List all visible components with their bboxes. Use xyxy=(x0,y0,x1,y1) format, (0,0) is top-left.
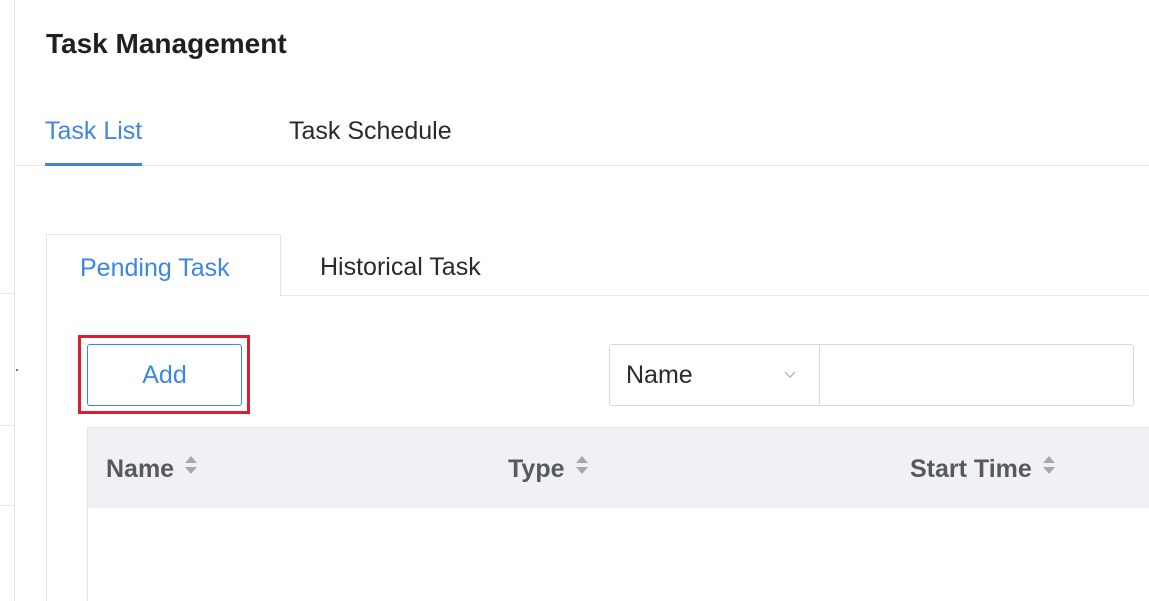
tab-label: Pending Task xyxy=(80,254,230,282)
sort-icon[interactable] xyxy=(575,427,589,509)
tab-task-list[interactable]: Task List xyxy=(45,116,143,166)
tab-label: Task List xyxy=(45,117,143,145)
sidebar-divider xyxy=(0,293,14,294)
sidebar-divider xyxy=(0,505,14,506)
sub-tab-bar: Pending Task Historical Task xyxy=(46,234,1149,296)
search-input[interactable] xyxy=(819,344,1134,406)
sort-icon[interactable] xyxy=(1042,427,1056,509)
column-header-name[interactable]: Name xyxy=(106,428,198,508)
column-label: Name xyxy=(106,455,175,483)
sort-icon[interactable] xyxy=(184,427,198,509)
chevron-down-icon xyxy=(784,371,796,378)
sidebar-divider xyxy=(0,425,14,426)
tab-task-schedule[interactable]: Task Schedule xyxy=(289,116,452,163)
page-title: Task Management xyxy=(46,28,287,59)
sidebar-edge xyxy=(14,0,15,601)
tab-label: Task Schedule xyxy=(289,117,452,145)
add-button[interactable]: Add xyxy=(87,344,242,406)
filter-field-value: Name xyxy=(626,361,693,389)
top-tab-bar: Task List Task Schedule xyxy=(15,112,1149,166)
table-header: Name Type Start Time xyxy=(88,428,1149,508)
task-table: Name Type Start Time xyxy=(87,427,1149,601)
column-label: Start Time xyxy=(910,455,1032,483)
filter-field-select[interactable]: Name xyxy=(609,344,820,406)
tab-historical-task[interactable]: Historical Task xyxy=(320,234,481,296)
column-header-type[interactable]: Type xyxy=(508,428,589,508)
column-header-start-time[interactable]: Start Time xyxy=(910,428,1056,508)
column-label: Type xyxy=(508,455,565,483)
sidebar-marker xyxy=(16,369,18,371)
tab-pending-task[interactable]: Pending Task xyxy=(46,234,281,296)
tab-label: Historical Task xyxy=(320,253,481,281)
